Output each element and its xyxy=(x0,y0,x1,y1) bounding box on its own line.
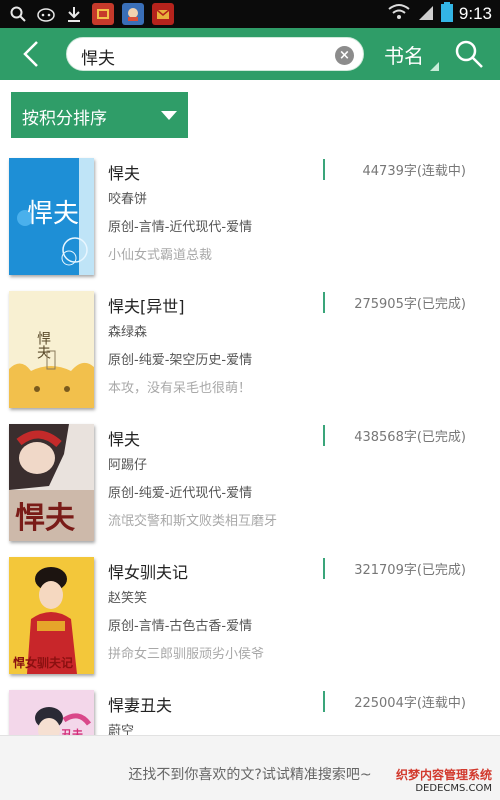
close-icon: × xyxy=(339,48,350,63)
book-title: 悍女驯夫记 xyxy=(108,563,189,582)
book-intro: 小仙女式霸道总裁 xyxy=(108,248,213,263)
book-item[interactable]: 悍夫 悍夫[异世] 森绿森 原创-纯爱-架空历史-爱情 本攻，没有呆毛也很萌！ … xyxy=(0,283,500,416)
watermark-line2: DEDECMS.COM xyxy=(415,783,492,794)
cover-title: 悍女驯夫记 xyxy=(13,655,73,670)
back-button[interactable] xyxy=(16,38,48,70)
download-icon xyxy=(64,4,84,24)
book-tags: 原创-言情-近代现代-爱情 xyxy=(108,220,253,235)
watermark-line1: 织梦内容管理系统 xyxy=(395,768,492,782)
book-title: 悍夫 xyxy=(108,430,141,449)
book-author: 阿踢仔 xyxy=(108,458,148,473)
book-title: 悍夫 xyxy=(108,164,141,183)
book-author: 咬春饼 xyxy=(108,192,148,207)
search-query-text: 悍夫 xyxy=(81,49,115,69)
book-cover: 悍夫 xyxy=(9,158,94,275)
app-red-icon xyxy=(92,3,114,25)
search-icon xyxy=(455,40,483,68)
search-notification-icon xyxy=(8,4,28,24)
word-count: 321709字(已完成) xyxy=(354,563,466,578)
precise-search-hint[interactable]: 还找不到你喜欢的文?试试精准搜索吧~ 织梦内容管理系统 DEDECMS.COM xyxy=(0,735,500,800)
app-screen: { "status_bar": { "time": "9:13" }, "sea… xyxy=(0,0,500,800)
cover-title: 悍夫 xyxy=(15,501,76,536)
word-count: 275905字(已完成) xyxy=(354,297,466,312)
book-title: 悍夫[异世] xyxy=(108,297,185,316)
divider-bar xyxy=(323,292,325,313)
book-cover: 悍女驯夫记 xyxy=(9,557,94,674)
book-author: 赵笑笑 xyxy=(108,591,148,606)
book-title: 悍妻丑夫 xyxy=(108,696,173,715)
app-game-icon xyxy=(122,3,144,25)
status-bar: 9:13 xyxy=(0,0,500,28)
sort-label: 按积分排序 xyxy=(22,109,107,129)
cover-title: 丑夫 xyxy=(61,727,84,735)
book-item[interactable]: 悍夫 悍夫 咬春饼 原创-言情-近代现代-爱情 小仙女式霸道总裁 44739字(… xyxy=(0,150,500,283)
divider-bar xyxy=(323,558,325,579)
divider-bar xyxy=(323,425,325,446)
search-type-select[interactable]: 书名 xyxy=(384,40,424,69)
app-notification-icon xyxy=(36,4,56,24)
search-input[interactable]: 悍夫 × xyxy=(66,37,364,71)
divider-bar xyxy=(323,691,325,712)
book-item[interactable]: 丑夫 悍妻丑夫 蔚空 225004字(连载中) xyxy=(0,682,500,735)
clock: 9:13 xyxy=(458,4,492,23)
book-author: 森绿森 xyxy=(108,325,148,340)
book-item[interactable]: 悍女驯夫记 悍女驯夫记 赵笑笑 原创-言情-古色古香-爱情 拼命女三郎驯服顽劣小… xyxy=(0,549,500,682)
book-tags: 原创-纯爱-架空历史-爱情 xyxy=(108,353,253,368)
search-button[interactable] xyxy=(454,39,484,69)
battery-icon xyxy=(440,2,453,26)
watermark: 织梦内容管理系统 DEDECMS.COM xyxy=(396,766,492,794)
divider-bar xyxy=(323,159,325,180)
dropdown-corner-icon xyxy=(430,62,439,71)
book-cover: 悍夫 xyxy=(9,424,94,541)
book-item[interactable]: 悍夫 悍夫 阿踢仔 原创-纯爱-近代现代-爱情 流氓交警和斯文败类相互磨牙 43… xyxy=(0,416,500,549)
wifi-icon xyxy=(387,3,411,25)
cover-title: 悍夫 xyxy=(35,331,51,359)
book-tags: 原创-纯爱-近代现代-爱情 xyxy=(108,486,253,501)
book-author: 蔚空 xyxy=(108,724,135,735)
signal-icon xyxy=(417,3,435,25)
caret-down-icon xyxy=(161,111,177,120)
word-count: 438568字(已完成) xyxy=(354,430,466,445)
book-intro: 本攻，没有呆毛也很萌！ xyxy=(108,381,252,396)
sort-dropdown[interactable]: 按积分排序 xyxy=(11,92,188,138)
book-intro: 拼命女三郎驯服顽劣小侯爷 xyxy=(108,647,265,662)
book-cover: 丑夫 xyxy=(9,690,94,735)
search-header: 悍夫 × 书名 xyxy=(0,28,500,80)
cover-title: 悍夫 xyxy=(27,199,79,229)
app-envelope-icon xyxy=(152,3,174,25)
book-intro: 流氓交警和斯文败类相互磨牙 xyxy=(108,514,278,529)
book-cover: 悍夫 xyxy=(9,291,94,408)
chevron-left-icon xyxy=(23,41,38,67)
word-count: 225004字(连载中) xyxy=(354,696,466,711)
book-tags: 原创-言情-古色古香-爱情 xyxy=(108,619,253,634)
word-count: 44739字(连载中) xyxy=(362,164,467,179)
book-list: 悍夫 悍夫 咬春饼 原创-言情-近代现代-爱情 小仙女式霸道总裁 44739字(… xyxy=(0,150,500,735)
clear-search-button[interactable]: × xyxy=(335,46,354,65)
